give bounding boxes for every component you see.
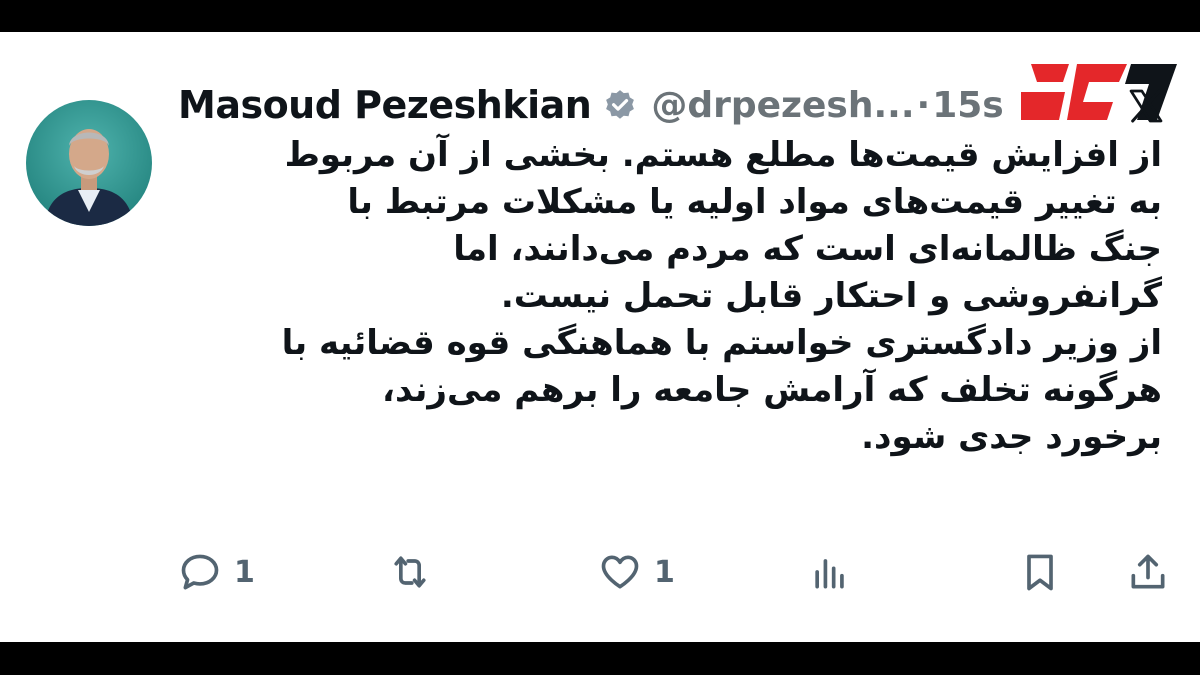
like-count: 1 (654, 554, 675, 590)
bookmark-button[interactable] (1018, 544, 1062, 600)
retweet-button[interactable] (388, 544, 444, 600)
avatar-image (26, 100, 152, 226)
share-icon (1131, 554, 1165, 589)
reply-icon (181, 554, 219, 590)
tweet-text-line: برخورد جدی شود. (861, 417, 1162, 457)
tweet-text-line: به تغییر قیمت‌های مواد اولیه یا مشکلات م… (347, 182, 1162, 222)
reply-button[interactable]: 1 (178, 544, 255, 600)
bookmark-icon (1027, 554, 1053, 591)
separator-dot: · (916, 84, 931, 126)
author-handle[interactable]: @drpezesh... (651, 85, 914, 126)
author-name[interactable]: Masoud Pezeshkian (178, 83, 592, 127)
share-button[interactable] (1126, 544, 1170, 600)
heart-icon (601, 555, 639, 589)
views-button[interactable] (808, 544, 852, 600)
like-button[interactable]: 1 (598, 544, 675, 600)
tweet-text: از افزایش قیمت‌ها مطلع هستم. بخشی از آن … (172, 132, 1162, 461)
tweet-text-line: هرگونه تخلف که آرامش جامعه را برهم می‌زن… (382, 370, 1162, 410)
tweet-header: Masoud Pezeshkian @drpezesh... · 15s (178, 80, 1004, 130)
tweet-text-line: از افزایش قیمت‌ها مطلع هستم. بخشی از آن … (284, 135, 1162, 175)
tweet-text-line: گرانفروشی و احتکار قابل تحمل نیست. (500, 276, 1162, 316)
tweet-text-line: از وزیر دادگستری خواستم با هماهنگی قوه ق… (281, 323, 1162, 363)
tweet-time[interactable]: 15s (932, 85, 1004, 126)
verified-badge-icon (606, 90, 635, 119)
retweet-icon (394, 556, 426, 588)
tweet-actions: 1 1 (0, 544, 1200, 600)
tweet-screenshot: Masoud Pezeshkian @drpezesh... · 15s از … (0, 32, 1200, 642)
avatar[interactable] (26, 100, 152, 226)
tweet-text-line: جنگ ظالمانه‌ای است که مردم می‌دانند، اما (453, 229, 1162, 269)
x-logo-icon[interactable] (1126, 86, 1166, 126)
reply-count: 1 (234, 554, 255, 590)
views-icon (815, 559, 844, 589)
